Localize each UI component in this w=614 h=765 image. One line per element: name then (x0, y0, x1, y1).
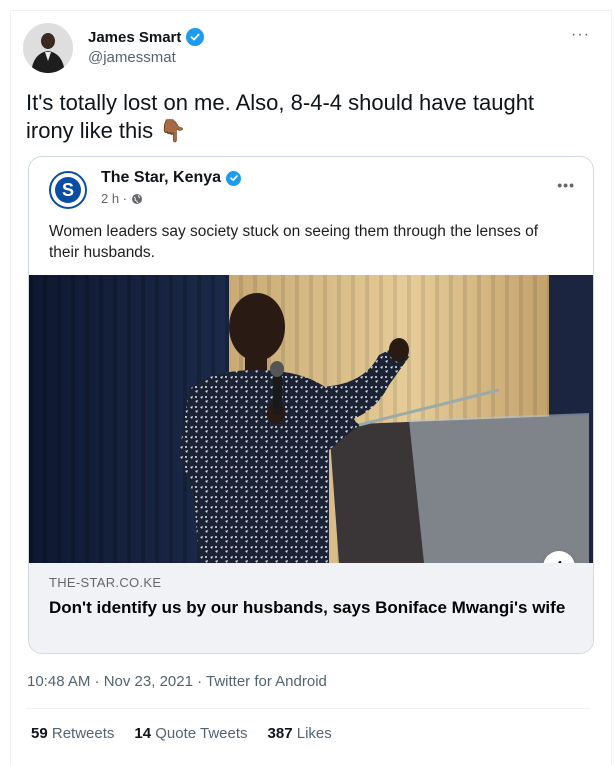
embedded-post-card[interactable]: S The Star, Kenya 2 h · ••• Women leader… (28, 156, 594, 654)
globe-icon (132, 193, 143, 204)
likes-count: 387 (267, 725, 293, 742)
card-page-name-text: The Star, Kenya (101, 169, 222, 186)
card-post-text: Women leaders say society stuck on seein… (49, 223, 539, 261)
link-headline: Don't identify us by our husbands, says … (49, 598, 566, 617)
engagement-stats: 59 Retweets 14 Quote Tweets 387 Likes (31, 725, 332, 742)
card-time-text: 2 h · (101, 191, 128, 206)
woman-speaking-at-podium-image (29, 275, 593, 563)
card-page-name[interactable]: The Star, Kenya (101, 169, 242, 187)
card-verified-icon (226, 170, 242, 186)
logo-letter: S (55, 177, 81, 203)
verified-badge-icon (186, 28, 205, 46)
retweets-label: Retweets (51, 725, 115, 742)
the-star-logo[interactable]: S (49, 171, 87, 209)
quotes-label: Quote Tweets (155, 725, 248, 742)
author-handle[interactable]: @jamessmat (88, 49, 176, 66)
link-preview[interactable]: THE-STAR.CO.KE Don't identify us by our … (29, 563, 593, 653)
quotes-count: 14 (134, 725, 152, 742)
more-options-icon[interactable]: ··· (571, 26, 590, 44)
author-name[interactable]: James Smart (88, 28, 205, 46)
pointing-down-emoji-icon: 👇🏾 (159, 118, 187, 143)
likes-link[interactable]: 387 Likes (268, 725, 332, 742)
post-photo[interactable] (29, 275, 593, 563)
retweets-count: 59 (31, 725, 48, 742)
avatar-image (23, 23, 73, 73)
quote-tweets-link[interactable]: 14 Quote Tweets (134, 725, 247, 742)
divider (26, 708, 590, 709)
tweet-timestamp[interactable]: 10:48 AM · Nov 23, 2021 · Twitter for An… (27, 673, 327, 690)
likes-label: Likes (296, 725, 332, 742)
link-domain: THE-STAR.CO.KE (49, 575, 162, 590)
tweet-text: It's totally lost on me. Also, 8-4-4 sho… (26, 89, 586, 145)
author-name-text: James Smart (88, 28, 182, 46)
retweets-link[interactable]: 59 Retweets (31, 725, 114, 742)
tweet-text-body: It's totally lost on me. Also, 8-4-4 sho… (26, 90, 535, 143)
card-timestamp[interactable]: 2 h · (101, 191, 143, 206)
avatar[interactable] (23, 23, 73, 73)
card-more-options-icon[interactable]: ••• (557, 177, 575, 193)
